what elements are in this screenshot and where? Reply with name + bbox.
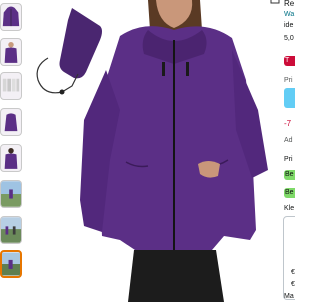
thumb-jacket-worn[interactable] — [0, 38, 22, 66]
thumb-jacket-front[interactable] — [0, 3, 22, 31]
shipping-info: Ad — [284, 137, 293, 144]
thumb-jacket-detail[interactable] — [0, 108, 22, 136]
card-price-secondary: € — [291, 281, 295, 288]
outdoor-scene-icon — [1, 217, 21, 243]
price-row-label: Pri — [284, 156, 293, 163]
packable-pouch-icon — [36, 8, 102, 95]
badge-2: Be — [284, 188, 295, 198]
main-product-image[interactable] — [24, 0, 283, 302]
share-icon[interactable] — [270, 0, 280, 4]
rating-value[interactable]: 5,0 — [284, 35, 294, 43]
size-option-card[interactable]: € € — [283, 216, 295, 300]
thumbnail-strip — [0, 0, 24, 302]
outdoor-scene-icon — [1, 181, 21, 207]
discount-percentage: -7 — [284, 119, 292, 128]
thumb-colors[interactable] — [0, 72, 22, 100]
purple-jacket-icon — [4, 148, 18, 169]
badge-1: Be — [284, 170, 295, 180]
card-price: € — [291, 269, 295, 276]
price-label: Pri — [284, 77, 293, 84]
thumb-jacket-back[interactable] — [0, 144, 22, 172]
thumb-outdoor-2[interactable] — [0, 216, 22, 244]
bottom-info: Ma — [284, 293, 294, 300]
thumb-outdoor-1[interactable] — [0, 180, 22, 208]
purple-jacket-icon — [2, 6, 20, 27]
product-description: ide — [284, 22, 294, 29]
thumb-outdoor-3[interactable] — [0, 250, 22, 278]
color-variants-icon — [2, 78, 20, 92]
brand-link[interactable]: Wa — [284, 11, 294, 19]
purple-jacket-product-image — [36, 0, 268, 302]
size-label: Kle — [284, 205, 295, 212]
purple-jacket-icon — [4, 113, 18, 132]
price-box[interactable] — [284, 88, 295, 108]
product-title: Re — [284, 0, 295, 8]
product-info-panel: Re Wa ide 5,0 T Pri -7 Ad Pri Be Be Kle … — [283, 0, 295, 302]
deal-badge: T — [284, 56, 295, 66]
outdoor-scene-icon — [2, 252, 20, 276]
purple-jacket-model-icon — [4, 42, 18, 63]
